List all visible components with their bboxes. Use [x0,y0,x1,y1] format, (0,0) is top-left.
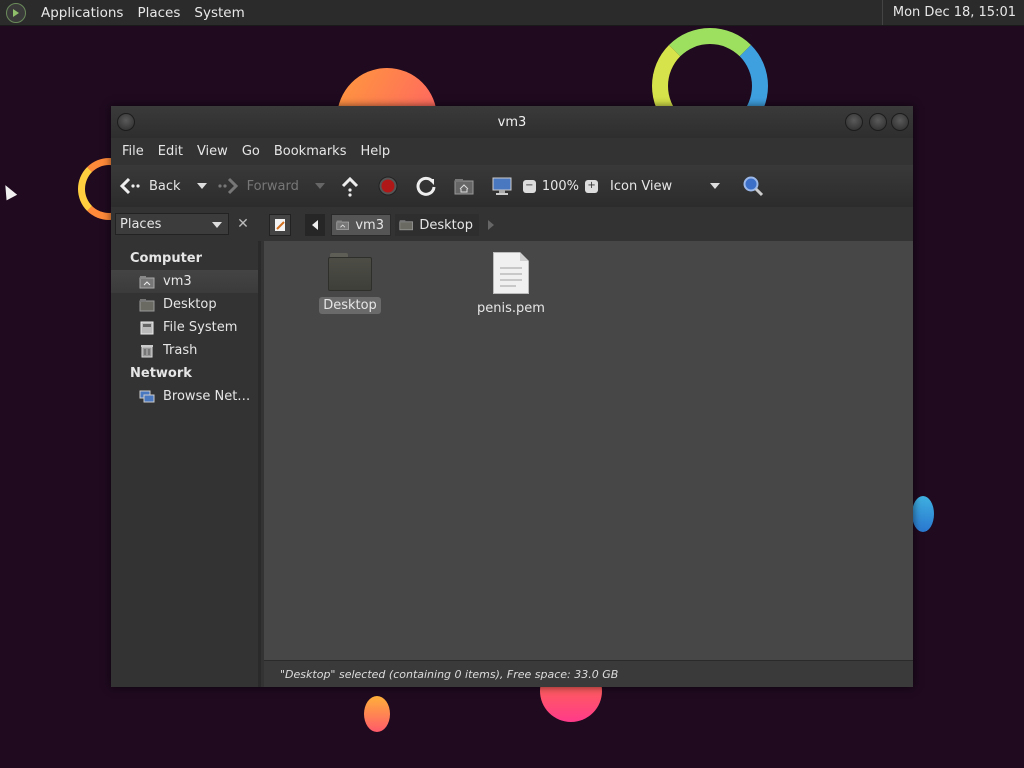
menubar: File Edit View Go Bookmarks Help [111,138,913,165]
wallpaper-shape [912,496,934,532]
sidebar-selector-value: Places [120,216,162,232]
path-scroll-right-button[interactable] [483,214,499,236]
menu-bookmarks[interactable]: Bookmarks [267,144,354,159]
folder-icon [399,220,413,231]
file-item-desktop[interactable]: Desktop [305,253,395,314]
reload-button[interactable] [415,175,437,197]
status-text: "Desktop" selected (containing 0 items),… [280,667,619,681]
search-icon [742,175,764,197]
zoom-out-button[interactable]: − [522,179,536,193]
reload-icon [415,175,437,197]
home-folder-icon [139,275,155,288]
search-button[interactable] [742,175,764,197]
zoom-in-button[interactable]: + [585,179,599,193]
file-name: Desktop [319,297,381,314]
sidebar-item-label: Trash [163,343,198,358]
file-name: penis.pem [477,301,545,316]
view-mode-value: Icon View [610,178,673,194]
close-sidebar-icon[interactable]: ✕ [232,213,254,235]
window-title: vm3 [497,114,527,130]
location-edit-toggle[interactable] [269,214,291,236]
system-menu[interactable]: System [187,5,251,21]
computer-icon [491,175,513,197]
sidebar-item-label: Browse Net… [163,389,251,404]
back-label: Back [149,178,181,194]
edit-pencil-icon [275,219,285,231]
clock[interactable]: Mon Dec 18, 15:01 [881,0,1024,25]
places-sidebar: Computer vm3 Desktop File System Trash N… [111,241,261,687]
path-crumb-desktop[interactable]: Desktop [395,214,479,236]
menu-file[interactable]: File [115,144,151,159]
titlebar[interactable]: vm3 [111,106,913,138]
up-arrow-icon [339,175,361,197]
menu-view[interactable]: View [190,144,235,159]
computer-button[interactable] [491,175,513,197]
file-manager-window: vm3 File Edit View Go Bookmarks Help Bac… [111,106,913,687]
wallpaper-shape [364,696,390,732]
chevron-left-icon [312,220,318,230]
sidebar-header-network: Network [130,366,192,381]
sidebar-header-computer: Computer [130,251,203,266]
sidebar-item-desktop[interactable]: Desktop [111,293,258,316]
toolbar: Back Forward − 100% + Icon View [111,165,913,207]
home-folder-icon [453,175,475,197]
file-item-document[interactable]: penis.pem [466,252,556,317]
path-crumb-label: Desktop [419,217,473,233]
sidebar-item-label: Desktop [163,297,217,312]
sidebar-item-browse-network[interactable]: Browse Net… [111,385,258,408]
folder-icon [139,298,155,311]
network-icon [139,390,155,402]
zoom-level: 100% [541,178,580,194]
status-bar: "Desktop" selected (containing 0 items),… [264,660,913,687]
menu-logo-icon[interactable] [6,2,26,23]
stop-icon [377,175,399,197]
sidebar-item-vm3[interactable]: vm3 [111,270,258,293]
forward-history-dropdown-icon[interactable] [314,183,325,189]
zoom-out-icon: − [522,179,536,193]
places-menu[interactable]: Places [130,5,187,21]
applications-menu[interactable]: Applications [34,5,130,21]
top-panel: Applications Places System Mon Dec 18, 1… [0,0,1024,26]
path-crumb-label: vm3 [355,217,384,233]
sidebar-selector[interactable]: Places [115,213,229,235]
close-button[interactable] [891,113,909,131]
sidebar-item-trash[interactable]: Trash [111,339,258,362]
home-folder-icon [336,220,349,230]
chevron-down-icon [710,183,721,189]
chevron-right-icon [488,220,494,230]
stop-button[interactable] [377,175,399,197]
back-button[interactable]: Back [119,175,181,197]
window-menu-button[interactable] [117,113,135,131]
menu-go[interactable]: Go [235,144,267,159]
path-scroll-left-button[interactable] [305,214,325,236]
back-arrow-icon [119,175,141,197]
trash-icon [141,344,153,357]
chevron-down-icon [212,222,222,228]
forward-button[interactable]: Forward [217,175,299,197]
zoom-in-icon: + [585,179,599,193]
back-history-dropdown-icon[interactable] [196,183,207,189]
maximize-button[interactable] [869,113,887,131]
up-button[interactable] [339,175,361,197]
menu-edit[interactable]: Edit [151,144,190,159]
home-button[interactable] [453,175,475,197]
forward-label: Forward [246,178,299,194]
sidebar-item-file-system[interactable]: File System [111,316,258,339]
path-crumb-vm3[interactable]: vm3 [331,214,391,236]
document-icon [493,252,529,294]
forward-arrow-icon [217,175,239,197]
location-bar: Places ✕ vm3 Desktop [111,207,913,241]
view-mode-select[interactable]: Icon View [610,179,730,194]
minimize-button[interactable] [845,113,863,131]
menu-help[interactable]: Help [353,144,397,159]
folder-icon [328,253,372,291]
mouse-cursor-icon [0,182,18,201]
sidebar-item-label: vm3 [163,274,192,289]
sidebar-item-label: File System [163,320,238,335]
drive-icon [140,321,154,334]
